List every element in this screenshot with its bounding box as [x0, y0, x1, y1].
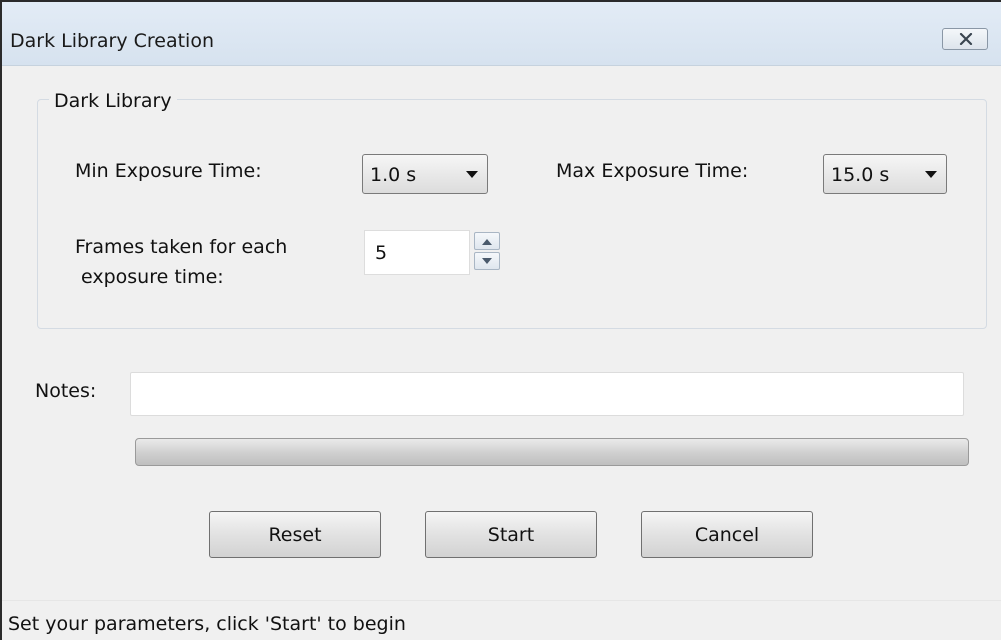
cancel-button[interactable]: Cancel — [641, 511, 813, 558]
frames-label-line1: Frames taken for each — [75, 236, 288, 258]
frames-spinbox[interactable]: 5 — [364, 230, 470, 275]
start-button[interactable]: Start — [425, 511, 597, 558]
notes-field[interactable] — [130, 372, 964, 416]
notes-label: Notes: — [35, 380, 97, 402]
min-exposure-label: Min Exposure Time: — [75, 160, 262, 182]
spin-down-button[interactable] — [474, 252, 500, 270]
min-exposure-value: 1.0 s — [370, 164, 417, 186]
max-exposure-value: 15.0 s — [831, 164, 890, 186]
title-bar: Dark Library Creation — [2, 2, 1001, 66]
max-exposure-select[interactable]: 15.0 s — [823, 154, 947, 194]
progress-bar — [135, 438, 969, 466]
status-text: Set your parameters, click 'Start' to be… — [8, 613, 406, 635]
arrow-up-icon — [482, 239, 492, 245]
close-button[interactable] — [942, 28, 988, 50]
arrow-down-icon — [482, 258, 492, 264]
close-icon — [959, 33, 973, 45]
frames-value: 5 — [375, 242, 388, 264]
min-exposure-select[interactable]: 1.0 s — [362, 154, 488, 194]
chevron-down-icon — [925, 171, 937, 178]
frames-label-line2: exposure time: — [81, 266, 224, 288]
window-title: Dark Library Creation — [10, 30, 214, 52]
chevron-down-icon — [466, 171, 478, 178]
reset-button[interactable]: Reset — [209, 511, 381, 558]
dark-library-group — [37, 99, 987, 329]
max-exposure-label: Max Exposure Time: — [556, 160, 749, 182]
status-bar: Set your parameters, click 'Start' to be… — [2, 600, 1001, 640]
dark-library-dialog: Dark Library Creation Dark Library Min E… — [0, 0, 1001, 640]
spin-up-button[interactable] — [474, 232, 500, 250]
group-title: Dark Library — [49, 90, 177, 112]
